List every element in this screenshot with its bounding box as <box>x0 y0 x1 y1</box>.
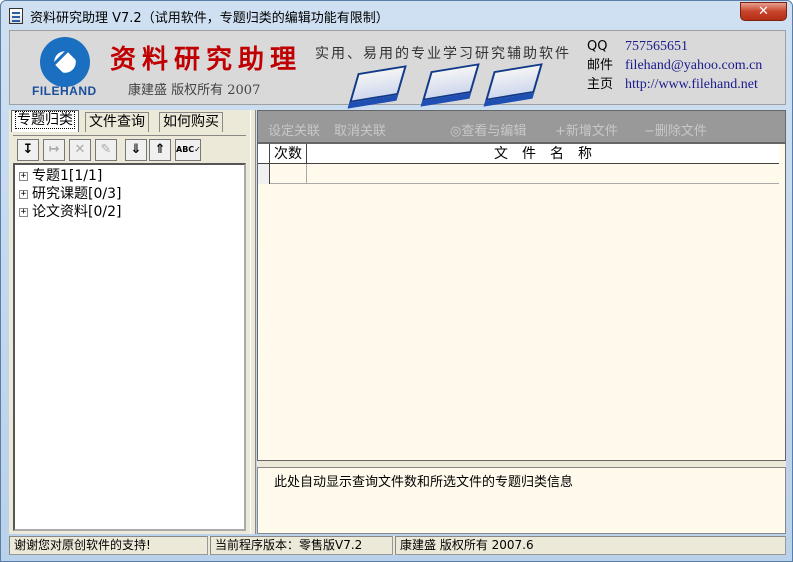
info-text: 此处自动显示查询文件数和所选文件的专题归类信息 <box>274 475 574 490</box>
status-version: 当前程序版本：零售版V7.2 <box>210 536 393 555</box>
contact-value: http://www.filehand.net <box>625 77 758 92</box>
expand-icon[interactable]: + <box>19 207 28 217</box>
topic-tree[interactable]: + 专题1[1/1] + 研究课题[0/3] + 论文资料[0/2] <box>13 163 246 531</box>
window-title: 资料研究助理 V7.2（试用软件，专题归类的编辑功能有限制） <box>30 11 389 26</box>
panel-splitter[interactable] <box>250 110 256 534</box>
tab-label: 专题归类 <box>15 111 75 129</box>
arrow-up-icon[interactable]: ⇑ <box>149 139 171 161</box>
tab-how-to-buy[interactable]: 如何购买 <box>159 112 223 132</box>
delete-icon[interactable]: ✕ <box>69 139 91 161</box>
status-copyright: 康建盛 版权所有 2007.6 <box>395 536 786 555</box>
tree-node-label: 研究课题[0/3] <box>32 186 122 202</box>
file-grid[interactable]: 次数 文 件 名 称 <box>257 143 786 461</box>
status-thanks: 谢谢您对原创软件的支持! <box>9 536 208 555</box>
contact-info: QQ 757565651 邮件 filehand@yahoo.com.cn 主页 ht… <box>587 37 762 94</box>
indent-icon[interactable]: ↦ <box>43 139 65 161</box>
contact-value: filehand@yahoo.com.cn <box>625 58 763 73</box>
slogan: 实用、易用的专业学习研究辅助软件 <box>315 46 571 62</box>
book-icon <box>485 63 543 101</box>
filehand-logo-icon <box>40 37 90 87</box>
app-icon[interactable] <box>9 8 23 24</box>
file-toolbar: 设定关联 取消关联 ◎查看与编辑 +新增文件 −删除文件 <box>257 110 786 143</box>
banner: FILEHAND 资料研究助理 康建盛 版权所有 2007 实用、易用的专业学习… <box>9 30 786 105</box>
delete-file-button[interactable]: −删除文件 <box>644 120 707 139</box>
column-count-header[interactable]: 次数 <box>270 144 307 164</box>
contact-label: 邮件 <box>587 58 614 73</box>
tree-node-label: 论文资料[0/2] <box>32 204 122 220</box>
status-bar: 谢谢您对原创软件的支持! 当前程序版本：零售版V7.2 康建盛 版权所有 200… <box>9 536 786 555</box>
tree-node[interactable]: + 专题1[1/1] <box>15 167 244 185</box>
row-marker[interactable] <box>258 164 270 184</box>
right-panel: 设定关联 取消关联 ◎查看与编辑 +新增文件 −删除文件 次数 文 件 名 称 … <box>257 110 786 534</box>
grid-header: 次数 文 件 名 称 <box>258 144 779 164</box>
tree-node-label: 专题1[1/1] <box>32 168 103 184</box>
contact-homepage: 主页 http://www.filehand.net <box>587 75 762 94</box>
contact-qq: QQ 757565651 <box>587 37 762 56</box>
left-panel: 专题归类 文件查询 如何购买 ↧ ↦ ✕ ✎ ⇓ ⇑ ABC✓ + 专题1[1/1… <box>9 110 250 534</box>
cancel-link-button[interactable]: 取消关联 <box>334 120 386 139</box>
move-down-icon[interactable]: ↧ <box>17 139 39 161</box>
view-edit-button[interactable]: ◎查看与编辑 <box>450 120 526 139</box>
arrow-down-icon[interactable]: ⇓ <box>125 139 147 161</box>
contact-email: 邮件 filehand@yahoo.com.cn <box>587 56 762 75</box>
tree-toolbar: ↧ ↦ ✕ ✎ ⇓ ⇑ ABC✓ <box>13 135 246 162</box>
add-file-button[interactable]: +新增文件 <box>555 120 618 139</box>
brand-copyright: 康建盛 版权所有 2007 <box>128 83 261 98</box>
tree-node[interactable]: + 论文资料[0/2] <box>15 203 244 221</box>
tab-topic-category[interactable]: 专题归类 <box>11 110 79 132</box>
expand-icon[interactable]: + <box>19 189 28 199</box>
column-filename-header[interactable]: 文 件 名 称 <box>307 144 779 164</box>
title-bar[interactable]: 资料研究助理 V7.2（试用软件，专题归类的编辑功能有限制） ✕ <box>1 1 792 30</box>
spellcheck-icon[interactable]: ABC✓ <box>175 139 201 161</box>
contact-label: 主页 <box>587 77 614 92</box>
row-count-cell[interactable] <box>270 164 307 184</box>
info-panel: 此处自动显示查询文件数和所选文件的专题归类信息 <box>257 467 786 534</box>
document-icon <box>422 63 480 101</box>
edit-icon[interactable]: ✎ <box>95 139 117 161</box>
contact-value: 757565651 <box>625 39 688 54</box>
logo-text: FILEHAND <box>32 84 97 98</box>
expand-icon[interactable]: + <box>19 171 28 181</box>
set-link-button[interactable]: 设定关联 <box>268 120 320 139</box>
book-icon <box>349 65 407 103</box>
tab-file-query[interactable]: 文件查询 <box>85 112 149 132</box>
contact-label: QQ <box>587 39 608 54</box>
table-row[interactable] <box>258 164 779 184</box>
close-button[interactable]: ✕ <box>740 2 787 21</box>
tree-node[interactable]: + 研究课题[0/3] <box>15 185 244 203</box>
header-marker <box>258 144 270 164</box>
main-window: 资料研究助理 V7.2（试用软件，专题归类的编辑功能有限制） ✕ FILEHAN… <box>0 0 793 562</box>
brand-title: 资料研究助理 <box>110 45 303 75</box>
